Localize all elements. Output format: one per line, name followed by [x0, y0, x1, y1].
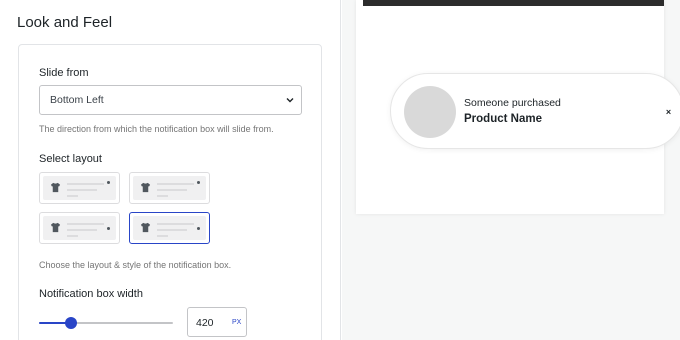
settings-pane: Look and Feel Slide from Bottom Left The… [0, 0, 341, 340]
layout-option-preview [43, 216, 116, 240]
close-dot-icon [197, 181, 200, 184]
box-width-unit: PX [232, 319, 242, 326]
notification-product-name: Product Name [464, 113, 542, 125]
box-width-value: 420 [196, 317, 214, 329]
layout-option-1[interactable] [39, 172, 120, 204]
layout-option-preview [43, 176, 116, 200]
section-title: Look and Feel [17, 14, 113, 31]
tshirt-icon [140, 182, 151, 193]
slide-from-label: Slide from [39, 67, 89, 79]
select-layout-label: Select layout [39, 153, 102, 165]
preview-pane: Someone purchased Product Name × [342, 0, 680, 340]
layout-option-2[interactable] [129, 172, 210, 204]
notification-preview: Someone purchased Product Name × [390, 73, 680, 149]
layout-option-3[interactable] [39, 212, 120, 244]
close-dot-icon [197, 227, 200, 230]
tshirt-icon [140, 222, 151, 233]
layout-option-4[interactable] [129, 212, 210, 244]
preview-top-bar [363, 0, 664, 6]
box-width-input[interactable]: 420 PX [187, 307, 247, 337]
tshirt-icon [50, 222, 61, 233]
slide-from-help: The direction from which the notificatio… [39, 124, 274, 134]
slide-from-value: Bottom Left [50, 94, 104, 106]
close-dot-icon [107, 227, 110, 230]
close-dot-icon [107, 181, 110, 184]
close-icon[interactable]: × [663, 107, 674, 118]
width-slider-track[interactable] [39, 322, 173, 324]
chevron-down-icon [286, 98, 294, 103]
layout-option-preview [133, 176, 206, 200]
slide-from-select[interactable]: Bottom Left [39, 85, 302, 115]
product-image-placeholder [404, 86, 456, 138]
notification-line-1: Someone purchased [464, 97, 561, 109]
width-slider-thumb[interactable] [65, 317, 78, 329]
settings-card: Slide from Bottom Left The direction fro… [18, 44, 322, 340]
layout-option-preview [133, 216, 206, 240]
layout-help: Choose the layout & style of the notific… [39, 260, 232, 270]
tshirt-icon [50, 182, 61, 193]
box-width-label: Notification box width [39, 288, 143, 300]
